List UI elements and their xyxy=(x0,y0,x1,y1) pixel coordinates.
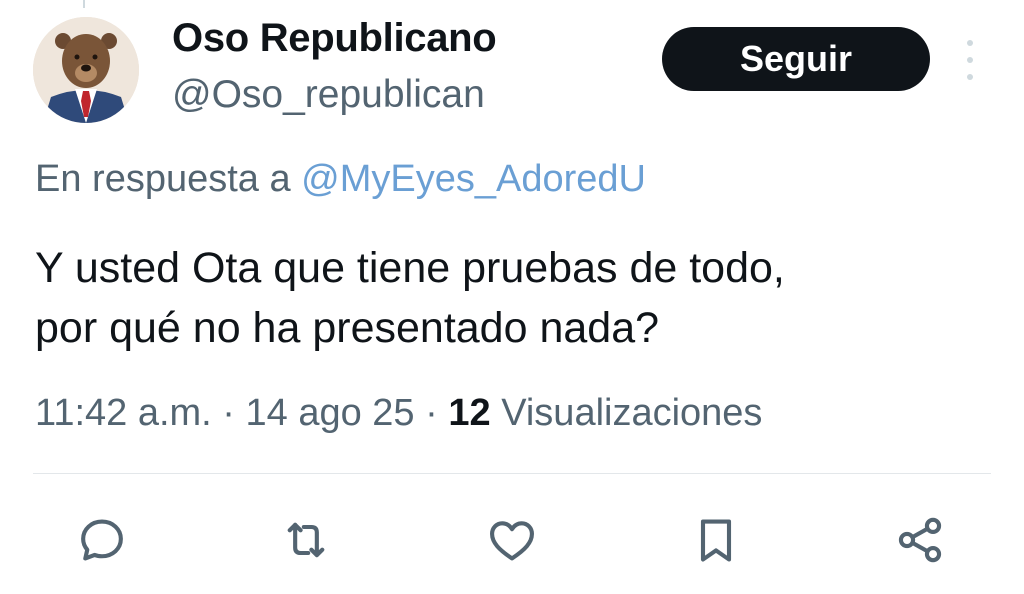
like-icon xyxy=(490,521,534,561)
avatar[interactable] xyxy=(33,17,139,123)
bookmark-icon xyxy=(700,519,732,562)
meta-separator: · xyxy=(425,392,438,434)
bookmark-button[interactable] xyxy=(686,510,746,570)
retweet-icon xyxy=(287,522,325,558)
views-label: Visualizaciones xyxy=(501,392,763,434)
follow-button[interactable]: Seguir xyxy=(662,27,930,91)
tweet-meta: 11:42 a.m. · 14 ago 25 · 12 Visualizacio… xyxy=(35,390,762,436)
author-handle[interactable]: @Oso_republican xyxy=(172,72,485,118)
retweet-button[interactable] xyxy=(276,510,336,570)
thread-line xyxy=(83,0,85,8)
reply-prefix: En respuesta a xyxy=(35,158,291,200)
like-button[interactable] xyxy=(482,510,542,570)
tweet-text-line: Y usted Ota que tiene pruebas de todo, xyxy=(35,244,785,292)
tweet-date[interactable]: 14 ago 25 xyxy=(246,392,415,434)
action-bar xyxy=(0,510,1024,570)
share-button[interactable] xyxy=(890,510,950,570)
tweet-text-line: por qué no ha presentado nada? xyxy=(35,304,660,352)
meta-separator: · xyxy=(222,392,235,434)
author-display-name[interactable]: Oso Republicano xyxy=(172,14,497,62)
views-count: 12 xyxy=(448,392,491,434)
divider xyxy=(33,473,991,474)
reply-mention-link[interactable]: @MyEyes_AdoredU xyxy=(301,158,646,200)
share-icon xyxy=(898,517,942,563)
bear-avatar-image xyxy=(33,17,139,123)
tweet-time[interactable]: 11:42 a.m. xyxy=(35,392,212,434)
reply-context: En respuesta a @MyEyes_AdoredU xyxy=(35,156,646,202)
reply-icon xyxy=(81,519,123,561)
more-options-icon[interactable] xyxy=(960,40,980,80)
tweet-text: Y usted Ota que tiene pruebas de todo, p… xyxy=(35,238,1005,358)
reply-button[interactable] xyxy=(72,510,132,570)
